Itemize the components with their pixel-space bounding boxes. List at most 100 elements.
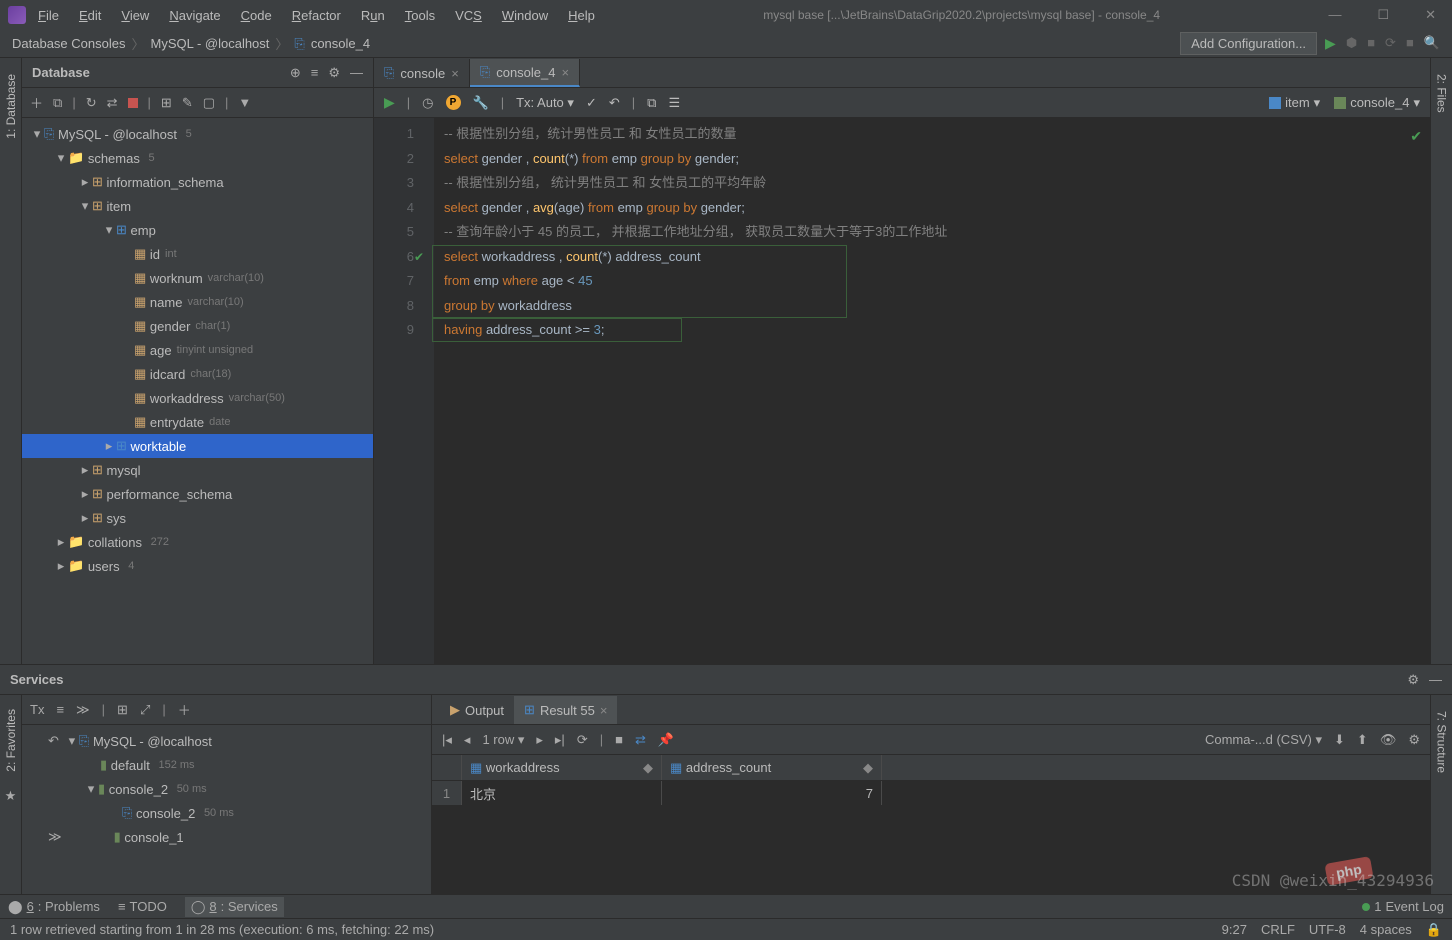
menu-tools[interactable]: Tools [397, 5, 443, 26]
debug-icon[interactable]: ⬢ [1346, 35, 1357, 52]
tree-worktable[interactable]: ▸⊞ worktable [22, 434, 373, 458]
stop-icon[interactable]: ■ [615, 732, 623, 747]
execute-icon[interactable]: ▶ [384, 94, 395, 111]
tool-problems[interactable]: ⬤ 66: Problems: Problems [8, 899, 100, 915]
prev-icon[interactable]: ◂ [464, 732, 471, 748]
result-grid[interactable]: ▦ workaddress◆ ▦ address_count◆ 1 北京 7 [432, 755, 1430, 894]
p-badge-icon[interactable]: P [446, 95, 461, 110]
menu-code[interactable]: Code [233, 5, 280, 26]
line-ending[interactable]: CRLF [1261, 922, 1295, 938]
attach-icon[interactable]: ⧉ [647, 95, 656, 111]
commit-icon[interactable]: ✓ [586, 95, 597, 111]
indent[interactable]: 4 spaces [1360, 922, 1412, 938]
gutter: 1 2 3 4 5 6✔ 7 8 9 [374, 118, 434, 664]
tab-console-4[interactable]: ⎘console_4× [470, 59, 580, 87]
maximize-button[interactable]: ☐ [1369, 5, 1397, 25]
menu-edit[interactable]: Edit [71, 5, 109, 26]
filter-icon[interactable]: ▼ [238, 95, 251, 110]
breadcrumb-item[interactable]: console_4 [311, 36, 370, 51]
tool-files[interactable]: 2: Files [1433, 66, 1451, 121]
history-icon[interactable]: ◷ [422, 95, 433, 111]
hide-icon[interactable]: — [1429, 672, 1442, 688]
duplicate-icon[interactable]: ⧉ [53, 95, 62, 111]
compare-icon[interactable]: ⇄ [635, 732, 646, 748]
first-icon[interactable]: |◂ [442, 732, 452, 748]
console-icon[interactable]: ▢ [203, 95, 215, 111]
gear-icon[interactable]: ⚙ [1408, 732, 1420, 748]
run-icon[interactable]: ▶ [1325, 35, 1336, 52]
add-icon[interactable]: ＋ [178, 700, 191, 719]
next-icon[interactable]: ▸ [536, 732, 543, 748]
rollback-icon[interactable]: ↶ [609, 95, 620, 111]
gear-icon[interactable]: ⚙ [328, 65, 340, 81]
database-panel: Database ⊕ ≡ ⚙ — ＋ ⧉ | ↻ ⇄ | ⊞ ✎ ▢ | ▼ ▾… [22, 58, 374, 664]
grid-icon[interactable]: ⊞ [117, 702, 128, 718]
export-format[interactable]: Comma-...d (CSV) ▾ [1205, 732, 1322, 748]
tab-output[interactable]: ▶Output [440, 696, 514, 724]
search-icon[interactable]: 🔍 [1424, 35, 1440, 52]
menu-view[interactable]: View [113, 5, 157, 26]
menu-refactor[interactable]: Refactor [284, 5, 349, 26]
tool-services[interactable]: ◯ 8: Services [185, 897, 284, 917]
last-icon[interactable]: ▸| [555, 732, 565, 748]
inspection-ok-icon: ✔ [1410, 124, 1422, 149]
edit-icon[interactable]: ✎ [182, 95, 193, 111]
services-tree[interactable]: ↶▾⎘ MySQL - @localhost ▮ default 152 ms … [22, 725, 431, 894]
download-icon[interactable]: ⬇ [1334, 732, 1345, 748]
stop2-icon[interactable]: ■ [1406, 35, 1414, 52]
database-tree[interactable]: ▾⎘ MySQL - @localhost 5 ▾📁 schemas 5 ▸⊞ … [22, 118, 373, 664]
panel-title: Database [32, 65, 90, 80]
more-icon[interactable]: ⟳ [1385, 35, 1396, 52]
caret-position[interactable]: 9:27 [1222, 922, 1247, 938]
view-icon[interactable]: 👁 [1380, 732, 1397, 748]
result-panel: ▶Output ⊞Result 55× |◂ ◂ 1 row ▾ ▸ ▸| ⟳ … [432, 695, 1430, 894]
wrench-icon[interactable]: 🔧 [473, 95, 489, 111]
breadcrumb: Database Consoles 〉 MySQL - @localhost 〉… [12, 34, 370, 53]
row-count[interactable]: 1 row ▾ [482, 732, 524, 748]
lock-icon[interactable]: 🔒 [1426, 922, 1442, 938]
tab-result[interactable]: ⊞Result 55× [514, 696, 617, 724]
breadcrumb-item[interactable]: MySQL - @localhost [150, 36, 269, 51]
menu-vcs[interactable]: VCS [447, 5, 490, 26]
breadcrumb-item[interactable]: Database Consoles [12, 36, 125, 51]
schema-chip[interactable]: item ▾ [1269, 95, 1320, 111]
menu-run[interactable]: Run [353, 5, 393, 26]
upload-icon[interactable]: ⬆ [1357, 732, 1368, 748]
settings-icon[interactable]: ☰ [668, 95, 680, 111]
minimize-button[interactable]: — [1320, 5, 1349, 25]
session-chip[interactable]: console_4 ▾ [1334, 95, 1420, 111]
stop-icon[interactable] [128, 98, 138, 108]
hide-icon[interactable]: — [350, 65, 363, 81]
tab-console[interactable]: ⎘console× [374, 59, 470, 87]
services-panel: Services ⚙ — 2: Favorites ★ Tx ≡ ≫ | ⊞ ⤢… [0, 664, 1452, 894]
stop-icon[interactable]: ■ [1367, 35, 1375, 52]
close-button[interactable]: ✕ [1417, 5, 1444, 25]
tool-structure[interactable]: 7: Structure [1433, 703, 1451, 781]
tool-favorites[interactable]: 2: Favorites [2, 701, 20, 780]
open-icon[interactable]: ⤢ [140, 702, 150, 718]
menu-navigate[interactable]: Navigate [161, 5, 228, 26]
sync-icon[interactable]: ⇄ [107, 95, 118, 111]
services-toolbar: Tx ≡ ≫ | ⊞ ⤢ | ＋ [22, 695, 431, 725]
add-icon[interactable]: ＋ [30, 93, 43, 112]
refresh-icon[interactable]: ↻ [86, 95, 97, 111]
tx-mode[interactable]: Tx: Auto ▾ [516, 95, 574, 111]
pin-icon[interactable]: 📌 [658, 732, 674, 748]
reload-icon[interactable]: ⟳ [577, 732, 588, 748]
collapse-icon[interactable]: ≫ [76, 702, 90, 718]
collapse-icon[interactable]: ≡ [311, 65, 319, 81]
code-editor[interactable]: 1 2 3 4 5 6✔ 7 8 9 -- 根据性别分组，统计男性员工 和 女性… [374, 118, 1430, 664]
gear-icon[interactable]: ⚙ [1407, 672, 1419, 688]
run-configuration-combo[interactable]: Add Configuration... [1180, 32, 1317, 55]
tool-database[interactable]: 1: Database [2, 66, 20, 147]
event-log[interactable]: 1 Event Log [1362, 899, 1444, 914]
encoding[interactable]: UTF-8 [1309, 922, 1346, 938]
target-icon[interactable]: ⊕ [290, 65, 301, 81]
table-icon[interactable]: ⊞ [161, 95, 172, 111]
menu-help[interactable]: Help [560, 5, 603, 26]
tx-icon[interactable]: Tx [30, 702, 44, 717]
menu-file[interactable]: File [30, 5, 67, 26]
tool-todo[interactable]: ≡ TODO [118, 899, 167, 914]
menu-window[interactable]: Window [494, 5, 556, 26]
expand-icon[interactable]: ≡ [56, 702, 64, 717]
